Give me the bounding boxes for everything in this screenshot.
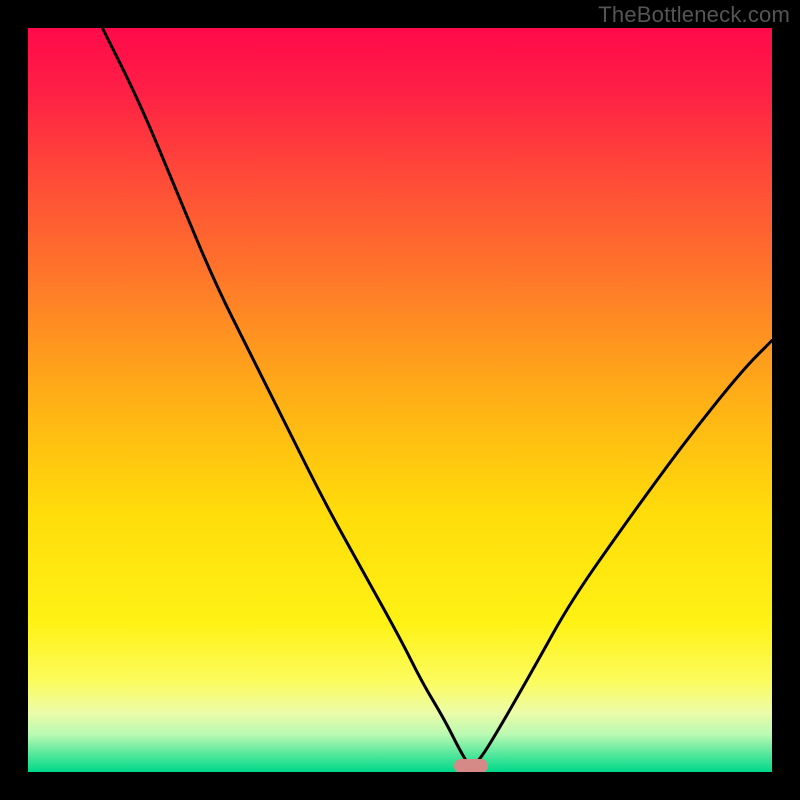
bottleneck-curve (28, 28, 772, 772)
plot-area (28, 28, 772, 772)
optimal-marker (454, 759, 488, 772)
watermark-text: TheBottleneck.com (598, 2, 790, 28)
chart-frame: TheBottleneck.com (0, 0, 800, 800)
